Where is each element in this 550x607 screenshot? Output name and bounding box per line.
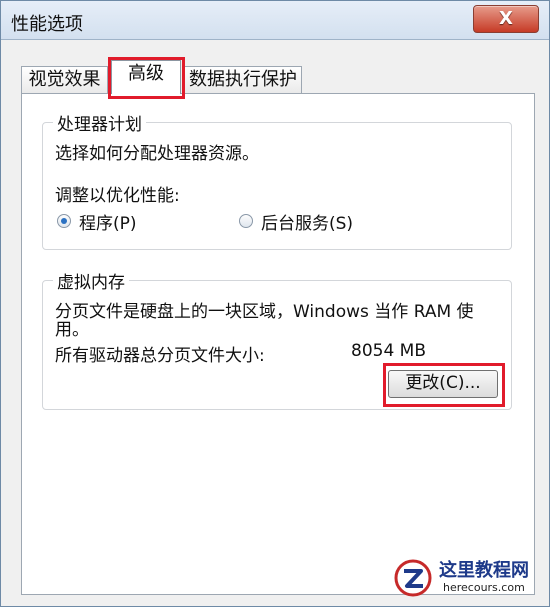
site-watermark: 这里教程网 herecours.com [393,554,543,602]
paging-file-description-cont: 用。 [55,320,89,340]
close-button[interactable]: X [473,5,539,33]
processor-group-label: 处理器计划 [53,110,146,135]
change-button-highlight-box [383,363,505,407]
adjust-label: 调整以优化性能: [55,186,180,206]
close-icon: X [499,8,513,29]
tab-visual-effects[interactable]: 视觉效果 [21,66,108,94]
background-services-label[interactable]: 后台服务(S) [261,209,353,234]
watermark-logo-icon [394,559,432,597]
virtual-memory-group-label: 虚拟内存 [53,268,129,293]
watermark-cn: 这里教程网 [439,560,529,581]
radio-selected-dot [61,218,67,224]
programs-radio-label[interactable]: 程序(P) [79,209,137,234]
paging-file-description: 分页文件是硬盘上的一块区域，Windows 当作 RAM 使 [55,302,474,322]
tab-strip: 视觉效果 高级 数据执行保护 [21,60,541,94]
watermark-en: herecours.com [443,581,525,594]
performance-options-window: 性能选项 X 视觉效果 高级 数据执行保护 处理器计划 选择如何分配处理器资源。… [0,0,550,607]
programs-radio[interactable] [57,214,71,228]
total-paging-size-value: 8054 MB [351,341,426,361]
background-services-radio[interactable] [239,214,253,228]
tab-panel-advanced: 处理器计划 选择如何分配处理器资源。 调整以优化性能: 程序(P) 后台服务(S… [21,93,535,595]
processor-description: 选择如何分配处理器资源。 [55,144,259,164]
total-paging-size-label: 所有驱动器总分页文件大小: [55,346,265,366]
tab-data-execution-prevention[interactable]: 数据执行保护 [184,66,302,94]
window-title: 性能选项 [11,14,83,35]
title-bar: 性能选项 X [1,1,549,40]
tab-highlight-box [108,57,185,99]
processor-scheduling-group: 处理器计划 选择如何分配处理器资源。 调整以优化性能: 程序(P) 后台服务(S… [42,110,512,250]
